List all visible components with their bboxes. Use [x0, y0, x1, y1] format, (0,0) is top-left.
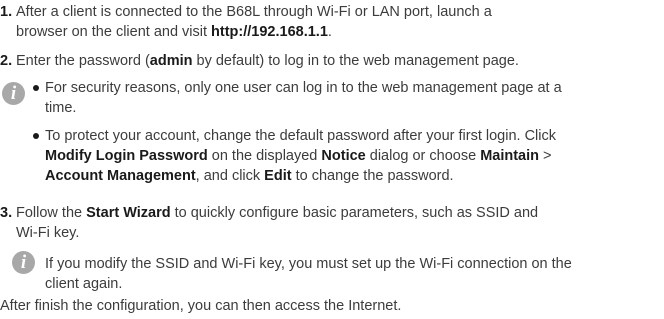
step-number: 2. — [0, 53, 13, 69]
bold-term: Notice — [321, 148, 366, 164]
step-text-line: Follow the Start Wizard to quickly confi… — [16, 205, 539, 221]
info-icon: i — [12, 251, 35, 274]
step-3: 3. Follow the Start Wizard to quickly co… — [0, 203, 538, 243]
note-text-line: Modify Login Password on the displayed N… — [45, 148, 552, 164]
bullet-dot — [33, 133, 39, 139]
step-2: 2. Enter the password (admin by default)… — [0, 51, 519, 71]
bold-term: http://192.168.1.1 — [211, 24, 328, 40]
step-number: 1. — [0, 4, 13, 20]
note-text-line: To protect your account, change the defa… — [45, 128, 556, 144]
note-text-line: If you modify the SSID and Wi-Fi key, yo… — [45, 256, 572, 272]
bold-term: Start Wizard — [86, 205, 171, 221]
note-security: i For security reasons, only one user ca… — [0, 78, 664, 186]
step-text-line: browser on the client and visit http://1… — [16, 24, 332, 40]
step-number: 3. — [0, 205, 13, 221]
bold-term: admin — [149, 53, 193, 69]
step-text-line: Wi-Fi key. — [16, 225, 80, 241]
closing-text: After finish the configuration, you can … — [0, 296, 401, 316]
note-text-line: Account Management, and click Edit to ch… — [45, 168, 454, 184]
bold-term: Maintain — [480, 148, 540, 164]
note-ssid: i If you modify the SSID and Wi-Fi key, … — [0, 251, 664, 294]
bold-term: Account Management — [45, 168, 196, 184]
note-bullet: For security reasons, only one user can … — [0, 78, 664, 118]
step-text-line: After a client is connected to the B68L … — [16, 4, 492, 20]
note-text-line: For security reasons, only one user can … — [45, 80, 562, 96]
bullet-dot — [33, 85, 39, 91]
bold-term: Edit — [264, 168, 292, 184]
closing-line: After finish the configuration, you can … — [0, 298, 402, 314]
note-text-line: client again. — [45, 276, 123, 292]
step-1: 1. After a client is connected to the B6… — [0, 2, 492, 42]
note-bullet: To protect your account, change the defa… — [0, 126, 664, 186]
note-text: If you modify the SSID and Wi-Fi key, yo… — [0, 254, 664, 294]
note-text-line: time. — [45, 100, 77, 116]
step-text-line: Enter the password (admin by default) to… — [16, 53, 519, 69]
bold-term: Modify Login Password — [45, 148, 208, 164]
